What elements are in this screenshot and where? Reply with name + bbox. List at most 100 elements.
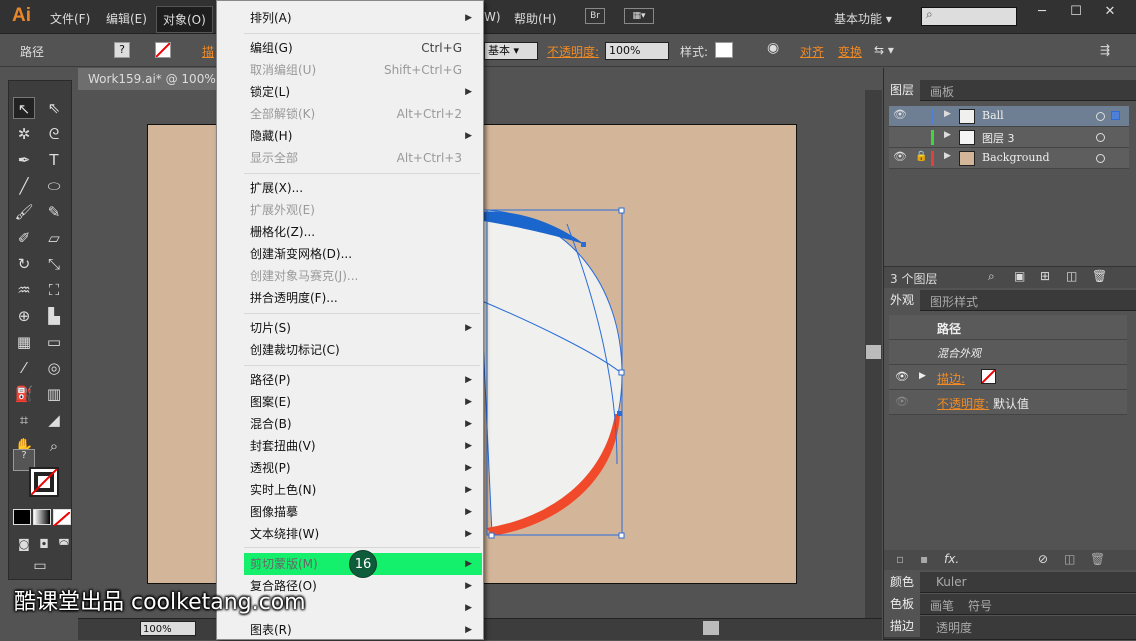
bridge-button[interactable]: Br [585, 8, 605, 24]
selection-tool-icon[interactable]: ↖ [13, 97, 35, 119]
delete-layer-icon[interactable]: 🗑 [1092, 269, 1107, 283]
add-fill-icon[interactable]: ▪ [920, 552, 928, 566]
clipping-mask-icon[interactable]: ▣ [1014, 269, 1025, 283]
menu-help[interactable]: 帮助(H) [514, 10, 556, 27]
menu-window[interactable]: W) [484, 10, 501, 24]
workspace-switcher[interactable]: 基本功能 ▾ [834, 10, 892, 27]
stroke-link[interactable]: 描 [202, 43, 214, 60]
layer-row-ball[interactable]: 👁 ▶ Ball [889, 106, 1129, 127]
layer-row-layer3[interactable]: ▶ 图层 3 [889, 127, 1129, 148]
stroke-swatch[interactable] [155, 42, 171, 58]
tab-kuler[interactable]: Kuler [936, 575, 967, 589]
gradient-tool-icon[interactable]: ▭ [43, 331, 65, 353]
arrange-documents-icon[interactable]: ▦▾ [624, 8, 654, 24]
search-input[interactable]: ⌕ [921, 7, 1017, 26]
draw-behind-icon[interactable]: ◘ [33, 533, 55, 555]
stroke-link[interactable]: 描边: [937, 370, 965, 387]
delete-item-icon[interactable]: 🗑 [1090, 552, 1105, 566]
column-graph-tool-icon[interactable]: ▥ [43, 383, 65, 405]
menu-item[interactable]: 透视(P) ▶ [244, 457, 482, 479]
appearance-stroke-row[interactable]: 👁 ▶ 描边: [889, 365, 1127, 390]
gradient-mode-icon[interactable] [33, 509, 51, 525]
menu-item[interactable]: 拼合透明度(F)... [244, 287, 482, 309]
line-tool-icon[interactable]: ╱ [13, 175, 35, 197]
opacity-link[interactable]: 不透明度: [937, 395, 989, 412]
tab-artboards[interactable]: 画板 [930, 83, 954, 100]
new-sublayer-icon[interactable]: ⊞ [1040, 269, 1050, 283]
menu-item[interactable]: 栅格化(Z)... [244, 221, 482, 243]
align-link[interactable]: 对齐 [800, 43, 824, 60]
eye-icon[interactable]: 👁 [893, 108, 907, 121]
menu-item[interactable]: 实时上色(N) ▶ [244, 479, 482, 501]
menu-item[interactable]: 创建渐变网格(D)... [244, 243, 482, 265]
menu-item[interactable]: 创建对象马赛克(J)... [244, 265, 482, 287]
tab-layers[interactable]: 图层 [884, 80, 921, 101]
lock-icon[interactable]: 🔒 [915, 151, 927, 162]
fill-stroke-control[interactable]: ? [11, 449, 59, 497]
locate-object-icon[interactable]: ⌕ [988, 269, 995, 284]
menu-item[interactable]: 显示全部 Alt+Ctrl+3 [244, 147, 482, 169]
menu-item[interactable]: 图像描摹 ▶ [244, 501, 482, 523]
magic-wand-tool-icon[interactable]: ✲ [13, 123, 35, 145]
scale-tool-icon[interactable]: ⤡ [43, 253, 65, 275]
eyedropper-tool-icon[interactable]: ⁄ [13, 357, 35, 379]
menu-item[interactable]: 排列(A) ▶ [244, 7, 482, 29]
color-mode-icon[interactable] [13, 509, 31, 525]
draw-inside-icon[interactable]: ◚ [53, 533, 75, 555]
expand-triangle-icon[interactable]: ▶ [944, 130, 951, 140]
panel-menu-icon[interactable]: ⇶ [1100, 43, 1110, 57]
ellipse-tool-icon[interactable]: ⬭ [43, 175, 65, 197]
menu-edit[interactable]: 编辑(E) [106, 10, 147, 27]
style-swatch[interactable] [715, 42, 733, 58]
menu-item[interactable]: 扩展外观(E) [244, 199, 482, 221]
pencil-tool-icon[interactable]: ✎ [43, 201, 65, 223]
rotate-tool-icon[interactable]: ↻ [13, 253, 35, 275]
menu-item[interactable]: 编组(G) Ctrl+G [244, 37, 482, 59]
menu-item[interactable]: 路径(P) ▶ [244, 369, 482, 391]
none-mode-icon[interactable] [53, 509, 71, 527]
menu-item[interactable]: 创建裁切标记(C) [244, 339, 482, 361]
menu-item[interactable]: 锁定(L) ▶ [244, 81, 482, 103]
menu-item[interactable]: 取消编组(U) Shift+Ctrl+G [244, 59, 482, 81]
duplicate-item-icon[interactable]: ◫ [1064, 552, 1075, 566]
direct-selection-tool-icon[interactable]: ⇖ [43, 97, 65, 119]
expand-triangle-icon[interactable]: ▶ [944, 151, 951, 161]
transform-link[interactable]: 变换 [838, 43, 862, 60]
tab-stroke[interactable]: 描边 [884, 616, 921, 637]
appearance-opacity-row[interactable]: 👁 不透明度: 默认值 [889, 390, 1127, 415]
document-tab[interactable]: Work159.ai* @ 100% [78, 68, 218, 90]
stroke-style-dropdown[interactable]: 基本 ▾ [484, 42, 538, 60]
shape-builder-tool-icon[interactable]: ⊕ [13, 305, 35, 327]
eye-icon[interactable]: 👁 [895, 370, 909, 383]
menu-item[interactable]: 图案(E) ▶ [244, 391, 482, 413]
perspective-grid-tool-icon[interactable]: ▙ [43, 305, 65, 327]
pen-tool-icon[interactable]: ✒ [13, 149, 35, 171]
eraser-tool-icon[interactable]: ▱ [43, 227, 65, 249]
fx-icon[interactable]: fx. [944, 552, 959, 566]
lasso-tool-icon[interactable]: ᘓ [43, 123, 65, 145]
clear-appearance-icon[interactable]: ⊘ [1038, 552, 1048, 566]
maximize-button[interactable]: ☐ [1059, 2, 1093, 24]
tab-graphic-styles[interactable]: 图形样式 [930, 293, 978, 310]
draw-normal-icon[interactable]: ◙ [13, 533, 35, 555]
tab-color[interactable]: 颜色 [884, 572, 921, 593]
menu-item[interactable]: 混合(B) ▶ [244, 413, 482, 435]
opacity-link[interactable]: 不透明度: [547, 43, 599, 60]
menu-item[interactable]: 文本绕排(W) ▶ [244, 523, 482, 545]
eye-icon[interactable]: 👁 [895, 395, 909, 408]
warp-tool-icon[interactable]: ♒ [13, 279, 35, 301]
menu-file[interactable]: 文件(F) [50, 10, 90, 27]
blob-brush-tool-icon[interactable]: ✐ [13, 227, 35, 249]
tab-appearance[interactable]: 外观 [884, 290, 921, 311]
layer-row-background[interactable]: 👁 🔒 ▶ Background [889, 148, 1129, 169]
vertical-scroll-thumb[interactable] [866, 345, 881, 359]
opacity-input[interactable]: 100% [605, 42, 669, 60]
selection-square-icon[interactable] [1111, 111, 1120, 120]
close-button[interactable]: ✕ [1093, 2, 1127, 24]
eye-icon[interactable]: 👁 [893, 150, 907, 163]
stroke-color-icon[interactable] [29, 467, 59, 497]
menu-object[interactable]: 对象(O) [156, 6, 213, 33]
menu-item[interactable]: 隐藏(H) ▶ [244, 125, 482, 147]
isolate-icon[interactable]: ⇆ ▾ [874, 43, 894, 57]
zoom-level-input[interactable]: 100% [140, 621, 196, 636]
